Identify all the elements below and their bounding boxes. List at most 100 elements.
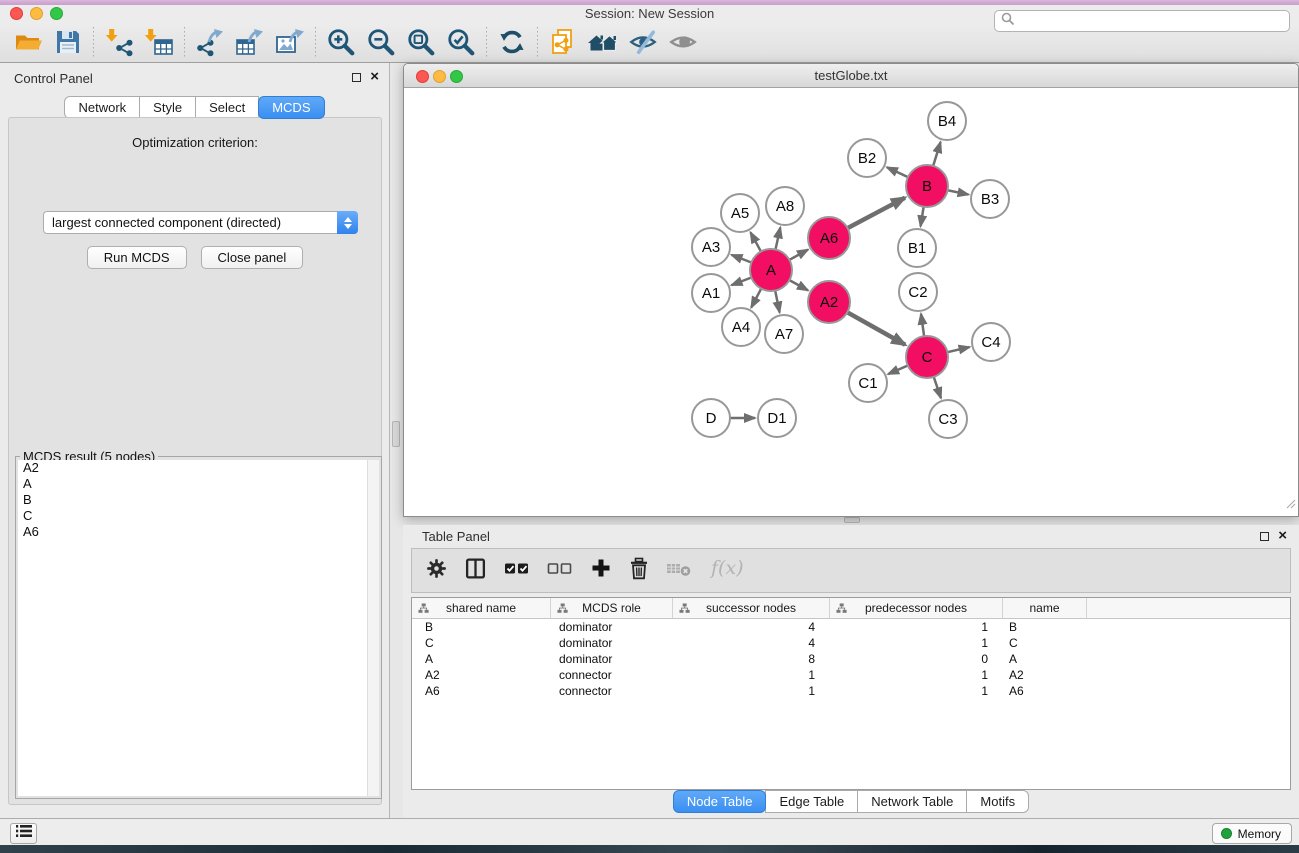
delete-table-disabled-icon (666, 557, 692, 584)
zoom-out-button[interactable] (361, 25, 401, 59)
table-close-panel-icon[interactable]: × (1278, 531, 1287, 541)
table-tab-motifs[interactable]: Motifs (966, 790, 1029, 813)
tab-style[interactable]: Style (139, 96, 196, 119)
graph-node-label: B3 (981, 191, 999, 208)
graph-edge-A-A2[interactable] (789, 280, 808, 290)
show-eye-button[interactable] (663, 25, 703, 59)
graph-edge-A2-C[interactable] (847, 312, 905, 344)
delete-button[interactable] (629, 557, 649, 585)
table-row[interactable]: A6connector11A6 (412, 683, 1290, 699)
add-button[interactable] (590, 557, 612, 584)
window-resize-grip[interactable] (1284, 496, 1296, 514)
graph-edge-C-C1[interactable] (888, 365, 908, 374)
import-network-button[interactable] (99, 25, 139, 59)
search-box[interactable] (994, 10, 1290, 32)
graph-edge-A-A8[interactable] (775, 227, 780, 249)
home-button[interactable] (583, 25, 623, 59)
columns-button[interactable] (464, 557, 487, 585)
horizontal-split-handle[interactable] (844, 517, 860, 523)
network-window-titlebar[interactable]: testGlobe.txt (404, 64, 1298, 88)
graph-edge-B-B2[interactable] (887, 167, 908, 177)
table-row[interactable]: Bdominator41B (412, 619, 1290, 635)
zoom-fit-button[interactable] (401, 25, 441, 59)
tab-mcds[interactable]: MCDS (258, 96, 324, 119)
export-network-button[interactable] (190, 25, 230, 59)
close-panel-icon[interactable]: × (370, 72, 379, 82)
graph-edge-C-C3[interactable] (934, 377, 941, 398)
table-tab-network-table[interactable]: Network Table (857, 790, 967, 813)
deselect-all-button[interactable] (547, 557, 573, 584)
add-icon (590, 557, 612, 584)
function-disabled-icon: f(x) (709, 556, 749, 585)
gear-button[interactable] (426, 558, 447, 584)
control-panel-tabs: NetworkStyleSelectMCDS (0, 96, 389, 119)
tab-select[interactable]: Select (195, 96, 259, 119)
table-row[interactable]: Cdominator41C (412, 635, 1290, 651)
column-header-shared-name[interactable]: shared name (412, 598, 551, 618)
column-header-successor-nodes[interactable]: successor nodes (673, 598, 830, 618)
graph-edge-C-C2[interactable] (921, 314, 924, 336)
zoom-selected-button[interactable] (441, 25, 481, 59)
table-float-panel-icon[interactable] (1260, 532, 1269, 541)
search-input[interactable] (1019, 12, 1289, 30)
graph-edge-A-A5[interactable] (751, 232, 761, 251)
desktop-edge-strip (0, 0, 1299, 5)
vertical-split-handle[interactable] (392, 421, 400, 447)
graph-edge-C-C4[interactable] (947, 347, 969, 352)
table-tab-edge-table[interactable]: Edge Table (765, 790, 858, 813)
refresh-button[interactable] (492, 25, 532, 59)
column-header-MCDS-role[interactable]: MCDS role (551, 598, 673, 618)
table-tab-node-table[interactable]: Node Table (673, 790, 767, 813)
run-mcds-button[interactable]: Run MCDS (87, 246, 187, 269)
svg-text:f(x): f(x) (709, 557, 744, 579)
graph-edge-A-A3[interactable] (732, 255, 752, 263)
table-row[interactable]: A2connector11A2 (412, 667, 1290, 683)
hide-panels-button[interactable] (623, 25, 663, 59)
table-cell: 1 (830, 635, 1003, 651)
table-cell: B (412, 619, 551, 635)
graph-edge-B-B1[interactable] (921, 207, 924, 227)
open-button[interactable] (8, 25, 48, 59)
zoom-out-icon (366, 27, 396, 57)
graph-edge-A6-B[interactable] (848, 198, 905, 228)
graph-edge-A-A4[interactable] (751, 289, 761, 308)
task-history-button[interactable] (10, 823, 37, 844)
float-panel-icon[interactable] (352, 73, 361, 82)
zoom-in-button[interactable] (321, 25, 361, 59)
save-button[interactable] (48, 25, 88, 59)
import-table-button[interactable] (139, 25, 179, 59)
network-canvas[interactable]: AA6A2BCA5A8A3A1A4A7B2B4B3B1C2C4C1C3DD1 (404, 89, 1298, 516)
column-label: predecessor nodes (865, 601, 967, 615)
result-item[interactable]: B (18, 492, 379, 508)
select-all-button[interactable] (504, 557, 530, 584)
result-item[interactable]: C (18, 508, 379, 524)
graph-edge-A-A6[interactable] (789, 250, 808, 260)
memory-button[interactable]: Memory (1212, 823, 1292, 844)
network-document-icon (548, 27, 578, 57)
graph-edge-A-A7[interactable] (775, 291, 779, 313)
graph-edge-B-B3[interactable] (948, 190, 969, 194)
criterion-dropdown[interactable]: largest connected component (directed) (43, 211, 358, 234)
column-header-name[interactable]: name (1003, 598, 1087, 618)
graph-edge-A-A1[interactable] (732, 278, 752, 286)
graph-node-label: A (766, 262, 776, 279)
table-cell: 4 (673, 619, 830, 635)
close-panel-button[interactable]: Close panel (201, 246, 304, 269)
table-cell: B (1003, 619, 1087, 635)
tab-network[interactable]: Network (64, 96, 140, 119)
network-document-button[interactable] (543, 25, 583, 59)
graph-node-label: C (922, 349, 933, 366)
export-image-button[interactable] (270, 25, 310, 59)
export-table-button[interactable] (230, 25, 270, 59)
attribute-icon (836, 603, 847, 617)
graph-node-label: B1 (908, 240, 926, 257)
column-header-predecessor-nodes[interactable]: predecessor nodes (830, 598, 1003, 618)
result-item[interactable]: A (18, 476, 379, 492)
result-item[interactable]: A2 (18, 460, 379, 476)
result-item[interactable]: A6 (18, 524, 379, 540)
table-row[interactable]: Adominator80A (412, 651, 1290, 667)
result-scrollbar[interactable] (367, 460, 379, 796)
graph-node-label: A7 (775, 326, 793, 343)
graph-node-label: A4 (732, 319, 750, 336)
graph-edge-B-B4[interactable] (933, 142, 940, 166)
